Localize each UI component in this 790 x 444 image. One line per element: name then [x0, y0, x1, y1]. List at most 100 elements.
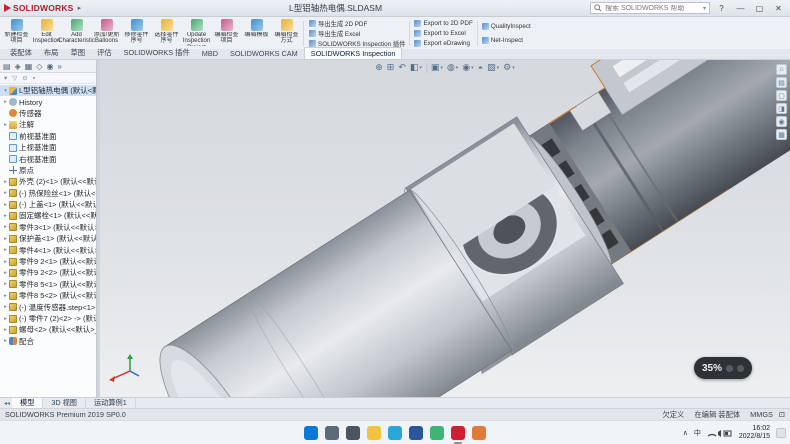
ribbon-button-10[interactable]: 编辑检查方式: [272, 18, 301, 49]
tree-item-6[interactable]: 上视基准面: [0, 142, 96, 153]
expand-arrow-icon[interactable]: ▸: [2, 179, 9, 185]
ribbon-stack-item[interactable]: Net-Inspect: [482, 37, 531, 44]
view-palette-icon[interactable]: ◨: [776, 103, 787, 114]
solidworks-resources-icon[interactable]: ⌂: [776, 64, 787, 75]
tree-item-15[interactable]: ▸零件4<1> (默认<<默认>_显示状: [0, 244, 96, 255]
tree-item-9[interactable]: ▸外壳 (2)<1> (默认<<默认>_显示状态: [0, 176, 96, 187]
ribbon-tab-solidworks-inspection[interactable]: SOLIDWORKS Inspection: [304, 47, 403, 59]
hide-show-items-icon[interactable]: ◉▾: [462, 62, 473, 73]
expand-arrow-icon[interactable]: ▸: [2, 122, 9, 128]
search-dropdown-icon[interactable]: ▾: [703, 5, 706, 12]
model-3d[interactable]: [100, 60, 790, 397]
tree-item-5[interactable]: 前视基准面: [0, 131, 96, 142]
ribbon-button-3[interactable]: Add Characteristic: [62, 18, 91, 49]
solidworks-taskbar-icon[interactable]: [451, 426, 465, 440]
expand-arrow-icon[interactable]: ▾: [2, 88, 9, 94]
tree-item-20[interactable]: ▸(-) 温度传感器.step<1> (默认<<默: [0, 301, 96, 312]
panel-tabs-overflow-icon[interactable]: »: [57, 62, 61, 71]
status-item[interactable]: 在编辑 装配体: [694, 410, 740, 420]
featuremanager-tab-icon[interactable]: ▤: [3, 62, 11, 71]
expand-arrow-icon[interactable]: ▸: [2, 99, 9, 105]
expand-arrow-icon[interactable]: ▸: [2, 202, 9, 208]
ribbon-tab-评估[interactable]: 评估: [91, 47, 118, 59]
expand-arrow-icon[interactable]: ▸: [2, 247, 9, 253]
tree-item-2[interactable]: ▸History: [0, 96, 96, 107]
ribbon-button-1[interactable]: 新建检查项目: [2, 18, 31, 49]
custom-properties-icon[interactable]: ▦: [776, 129, 787, 140]
expand-arrow-icon[interactable]: ▸: [2, 293, 9, 299]
tree-item-8[interactable]: 原点: [0, 165, 96, 176]
edge-icon[interactable]: [388, 426, 402, 440]
expand-arrow-icon[interactable]: ▸: [2, 190, 9, 196]
overlay-button-icon[interactable]: [737, 365, 744, 372]
ribbon-tab-solidworks-插件[interactable]: SOLIDWORKS 插件: [118, 47, 196, 59]
notification-icon[interactable]: [776, 428, 786, 438]
file-explorer-icon[interactable]: ▢: [776, 90, 787, 101]
apply-scene-icon[interactable]: ▨▾: [487, 62, 499, 73]
tab-scroll-left-icon[interactable]: ◂◂: [2, 400, 12, 407]
network-volume-battery-icons[interactable]: [707, 428, 733, 438]
taskbar-clock[interactable]: 16:02 2022/8/15: [739, 425, 770, 441]
expand-arrow-icon[interactable]: ▸: [2, 281, 9, 287]
search-box[interactable]: ▾: [590, 2, 710, 14]
tree-item-10[interactable]: ▸(-) 热保险丝<1> (默认<<默认>_显: [0, 188, 96, 199]
ribbon-tab-装配体[interactable]: 装配体: [4, 47, 38, 59]
help-button[interactable]: ?: [714, 2, 729, 15]
custom-status-icon[interactable]: ⊡: [779, 410, 785, 419]
search-input[interactable]: [605, 5, 700, 12]
menu-expand-icon[interactable]: ▸: [78, 4, 82, 12]
tree-item-21[interactable]: ▸(-) 零件7 (2)<2> -> (默认<<默认: [0, 313, 96, 324]
ribbon-button-5[interactable]: 移除零件序号: [122, 18, 151, 49]
appearances-icon[interactable]: ◉: [776, 116, 787, 127]
recorder-icon[interactable]: [472, 426, 486, 440]
ribbon-button-8[interactable]: 编辑检查项目: [212, 18, 241, 49]
tree-item-12[interactable]: ▸固定螺栓<1> (默认<<默认>_显示: [0, 210, 96, 221]
ribbon-stack-item[interactable]: Export eDrawing: [414, 40, 472, 47]
tree-item-17[interactable]: ▸零件9 2<2> (默认<<默认>_显: [0, 267, 96, 278]
funnel-icon[interactable]: ▽: [12, 74, 17, 82]
search-filter-icon[interactable]: ⊙: [22, 74, 27, 82]
ribbon-stack-item[interactable]: Export to Excel: [414, 30, 472, 37]
view-orientation-icon[interactable]: ▣▾: [431, 62, 443, 73]
previous-view-icon[interactable]: ↶: [398, 62, 406, 73]
display-style-icon[interactable]: ◍▾: [447, 62, 458, 73]
ribbon-tab-solidworks-cam[interactable]: SOLIDWORKS CAM: [224, 48, 304, 59]
doc-tab-模型[interactable]: 模型: [12, 398, 43, 408]
ribbon-button-2[interactable]: Edit Inspection: [32, 18, 61, 49]
tree-item-23[interactable]: ▸配合: [0, 336, 96, 347]
word-icon[interactable]: [409, 426, 423, 440]
displaymanager-tab-icon[interactable]: ◉: [46, 62, 53, 71]
tree-item-18[interactable]: ▸零件8 5<1> (默认<<默认>_显: [0, 279, 96, 290]
close-button[interactable]: ✕: [771, 2, 786, 15]
maximize-button[interactable]: ▢: [752, 2, 767, 15]
expand-arrow-icon[interactable]: ▸: [2, 224, 9, 230]
tree-item-1[interactable]: ▾L型铝轴热电偶 (默认<默认_显示状态-1: [0, 85, 96, 96]
ribbon-stack-item[interactable]: Export to 2D PDF: [414, 20, 472, 27]
hidden-icons-chevron[interactable]: ∧: [683, 429, 688, 437]
filter-dropdown-icon[interactable]: ▾: [4, 74, 7, 82]
file-explorer-icon[interactable]: [367, 426, 381, 440]
start-button[interactable]: [304, 426, 318, 440]
ribbon-tab-布局[interactable]: 布局: [38, 47, 65, 59]
view-settings-icon[interactable]: ⚙▾: [503, 62, 515, 73]
dimxpert-tab-icon[interactable]: ◇: [36, 62, 42, 71]
zoom-fit-icon[interactable]: ⊕: [375, 62, 383, 73]
expand-arrow-icon[interactable]: ▸: [2, 213, 9, 219]
configurationmanager-tab-icon[interactable]: ▦: [25, 62, 33, 71]
search-button[interactable]: [325, 426, 339, 440]
tree-item-19[interactable]: ▸零件8 5<2> (默认<<默认>_显: [0, 290, 96, 301]
expand-arrow-icon[interactable]: ▸: [2, 327, 9, 333]
ribbon-stack-item[interactable]: 导出生成 Excel: [309, 29, 405, 38]
zoom-area-icon[interactable]: ⊞: [387, 62, 395, 73]
edit-appearance-icon[interactable]: ◓: [478, 63, 483, 73]
tree-item-7[interactable]: 右视基准面: [0, 153, 96, 164]
ribbon-button-9[interactable]: 编辑模板: [242, 18, 271, 49]
status-item[interactable]: MMGS: [750, 410, 773, 419]
expand-arrow-icon[interactable]: ▸: [2, 270, 9, 276]
expand-arrow-icon[interactable]: ▸: [2, 316, 9, 322]
overlay-button-icon[interactable]: [726, 365, 733, 372]
tree-item-4[interactable]: ▸注解: [0, 119, 96, 130]
expand-arrow-icon[interactable]: ▸: [2, 304, 9, 310]
ime-indicator[interactable]: 中: [694, 428, 701, 438]
status-item[interactable]: 欠定义: [662, 410, 684, 420]
